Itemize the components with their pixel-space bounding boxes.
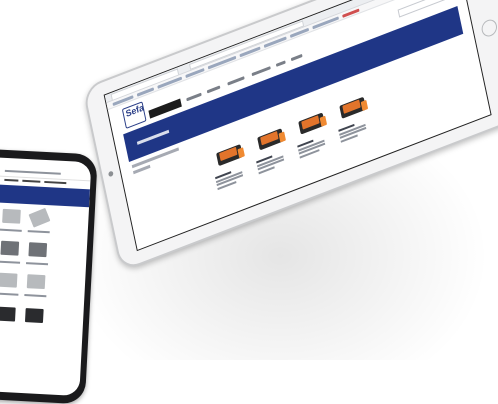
product-tile[interactable] [28,242,48,258]
nav-item[interactable] [44,180,67,185]
nav-item[interactable] [22,179,41,183]
product-tile[interactable] [26,274,46,290]
nav-item[interactable] [206,85,221,94]
nav-item[interactable] [186,92,202,102]
product-label [27,230,50,234]
nav-item[interactable] [4,178,19,182]
phone-device [0,148,98,404]
product-description [215,167,244,191]
site-logo[interactable]: Sefa [121,101,147,129]
product-image[interactable] [295,108,328,137]
nav-item[interactable] [275,60,286,67]
product-label [0,228,22,232]
product-tile[interactable] [0,240,20,256]
product-description [338,120,367,144]
tablet-camera [107,170,114,178]
product-label [26,262,49,266]
product-image[interactable] [213,139,245,168]
nav-item[interactable] [290,53,303,62]
product-label [0,292,19,296]
product-tile[interactable] [2,208,21,224]
product-label [24,294,47,298]
product-label [0,260,21,264]
nav-item[interactable] [227,76,245,86]
product-tile[interactable] [0,272,18,288]
product-description [256,151,285,175]
nav-item[interactable] [251,66,271,77]
phone-header-text [4,169,61,175]
product-description [297,136,326,160]
product-tile[interactable] [28,207,51,228]
product-image[interactable] [337,92,369,121]
tablet-home-button [480,17,498,39]
device-mockup-scene: Sefa [0,0,498,404]
hero-title [136,129,170,145]
phone-product-grid [0,201,89,396]
product-tile[interactable] [0,306,16,322]
phone-screen [0,156,92,397]
logo-text: Sefa [124,102,145,119]
product-image[interactable] [254,124,286,153]
product-tile[interactable] [24,308,44,324]
